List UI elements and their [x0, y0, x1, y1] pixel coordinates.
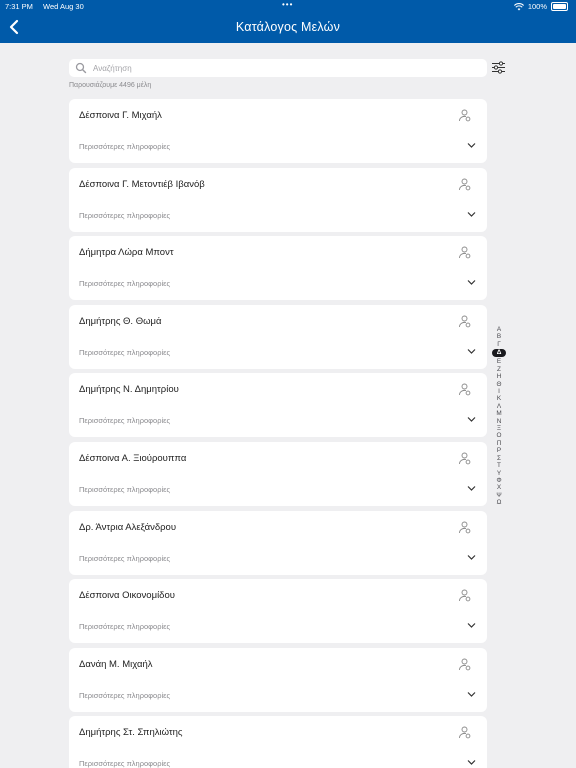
person-settings-icon[interactable]: [458, 589, 471, 602]
member-card[interactable]: Δέσποινα Γ. Μιχαήλ Περισσότερες πληροφορ…: [69, 99, 487, 163]
alphabet-letter[interactable]: Χ: [492, 484, 506, 491]
alphabet-letter[interactable]: Ω: [492, 499, 506, 506]
chevron-down-icon[interactable]: [467, 142, 476, 149]
member-count: Παρουσιάζουμε 4496 μέλη: [69, 82, 152, 89]
more-info-link[interactable]: Περισσότερες πληροφορίες: [79, 554, 170, 563]
more-info-link[interactable]: Περισσότερες πληροφορίες: [79, 622, 170, 631]
member-card[interactable]: Δήμητρα Λώρα Μποντ Περισσότερες πληροφορ…: [69, 236, 487, 301]
alphabet-letter[interactable]: Η: [492, 373, 506, 380]
battery-percent: 100%: [527, 2, 547, 11]
alphabet-letter[interactable]: Ε: [492, 358, 506, 365]
wifi-icon: [513, 2, 524, 10]
member-name: Δανάη Μ. Μιχαήλ: [79, 658, 153, 670]
member-card[interactable]: Δέσποινα Α. Ξιούρουππα Περισσότερες πληρ…: [69, 442, 487, 506]
member-name: Δέσποινα Γ. Μιχαήλ: [79, 110, 162, 121]
person-settings-icon[interactable]: [458, 726, 471, 739]
more-info-link[interactable]: Περισσότερες πληροφορίες: [79, 691, 170, 700]
search-icon: [75, 62, 87, 74]
alphabet-letter[interactable]: Δ: [492, 349, 506, 358]
member-name: Δήμητρα Λώρα Μποντ: [79, 247, 174, 259]
alphabet-letter[interactable]: Θ: [492, 381, 506, 388]
member-name: Δέσποινα Γ. Μετοντιέβ Ιβανόβ: [79, 178, 205, 190]
more-info-link[interactable]: Περισσότερες πληροφορίες: [79, 348, 170, 357]
alphabet-letter[interactable]: Κ: [492, 395, 506, 402]
member-name: Δημήτρης Ν. Δημητρίου: [79, 384, 179, 396]
search-input[interactable]: [91, 62, 475, 74]
person-settings-icon[interactable]: [458, 658, 471, 671]
member-card[interactable]: Δέσποινα Οικονομίδου Περισσότερες πληροφ…: [69, 579, 487, 644]
chevron-down-icon[interactable]: [467, 622, 476, 629]
alphabet-letter[interactable]: Π: [492, 440, 506, 447]
chevron-down-icon[interactable]: [467, 485, 476, 492]
alphabet-letter[interactable]: Υ: [492, 470, 506, 477]
page-title: Κατάλογος Μελών: [235, 20, 341, 34]
status-bar-left: 7:31 PM Wed Aug 30: [5, 2, 92, 11]
more-info-link[interactable]: Περισσότερες πληροφορίες: [79, 416, 170, 425]
chevron-down-icon[interactable]: [467, 554, 476, 561]
member-card[interactable]: Δανάη Μ. Μιχαήλ Περισσότερες πληροφορίες: [69, 647, 487, 712]
alphabet-letter[interactable]: Φ: [492, 477, 506, 484]
more-info-link[interactable]: Περισσότερες πληροφορίες: [79, 485, 170, 494]
member-card[interactable]: Δρ. Άντρια Αλεξάνδρου Περισσότερες πληρο…: [69, 510, 487, 575]
member-card[interactable]: Δημήτρης Ν. Δημητρίου Περισσότερες πληρο…: [69, 373, 487, 438]
chevron-down-icon[interactable]: [467, 279, 476, 286]
status-date: Wed Aug 30: [43, 2, 84, 11]
alphabet-letter[interactable]: Μ: [492, 410, 506, 417]
person-settings-icon[interactable]: [458, 178, 471, 191]
member-name: Δέσποινα Α. Ξιούρουππα: [79, 453, 187, 464]
person-settings-icon[interactable]: [458, 383, 471, 396]
chevron-down-icon[interactable]: [467, 348, 476, 355]
battery-icon: [551, 2, 568, 11]
alphabet-letter[interactable]: Ν: [492, 418, 506, 425]
more-info-link[interactable]: Περισσότερες πληροφορίες: [79, 279, 170, 288]
more-info-link[interactable]: Περισσότερες πληροφορίες: [79, 759, 170, 768]
alphabet-index[interactable]: ΑΒΓΔΕΖΗΘΙΚΛΜΝΞΟΠΡΣΤΥΦΧΨΩ: [492, 326, 506, 507]
member-name: Δρ. Άντρια Αλεξάνδρου: [79, 521, 177, 533]
status-bar-right: 100%: [513, 2, 568, 11]
person-settings-icon[interactable]: [458, 452, 471, 465]
navigation-bar: 7:31 PM Wed Aug 30 ••• 100% Κατάλογος Με…: [0, 0, 576, 43]
chevron-down-icon[interactable]: [467, 211, 476, 218]
more-info-link[interactable]: Περισσότερες πληροφορίες: [79, 211, 170, 220]
alphabet-letter[interactable]: Ι: [492, 388, 506, 395]
alphabet-letter[interactable]: Τ: [492, 462, 506, 469]
member-card[interactable]: Δημήτρης Θ. Θωμά Περισσότερες πληροφορίε…: [69, 304, 487, 369]
alphabet-letter[interactable]: Σ: [492, 455, 506, 462]
chevron-down-icon[interactable]: [467, 759, 476, 766]
member-card[interactable]: Δημήτρης Στ. Σπηλιώτης Περισσότερες πληρ…: [69, 716, 487, 768]
person-settings-icon[interactable]: [458, 246, 471, 259]
person-settings-icon[interactable]: [458, 109, 471, 122]
more-info-link[interactable]: Περισσότερες πληροφορίες: [79, 142, 170, 151]
multitasking-dots[interactable]: •••: [282, 0, 293, 9]
member-name: Δέσποινα Οικονομίδου: [79, 590, 175, 602]
member-name: Δημήτρης Θ. Θωμά: [79, 315, 162, 327]
person-settings-icon[interactable]: [458, 315, 471, 328]
alphabet-letter[interactable]: Λ: [492, 403, 506, 410]
alphabet-letter[interactable]: Ρ: [492, 447, 506, 454]
alphabet-letter[interactable]: Β: [492, 333, 506, 340]
alphabet-letter[interactable]: Ψ: [492, 492, 506, 499]
alphabet-letter[interactable]: Ζ: [492, 366, 506, 373]
chevron-down-icon[interactable]: [467, 691, 476, 698]
member-card[interactable]: Δέσποινα Γ. Μετοντιέβ Ιβανόβ Περισσότερε…: [69, 167, 487, 232]
filter-sliders-icon[interactable]: [491, 61, 506, 74]
person-settings-icon[interactable]: [458, 521, 471, 534]
alphabet-letter[interactable]: Γ: [492, 341, 506, 348]
status-time: 7:31 PM: [5, 2, 33, 11]
member-name: Δημήτρης Στ. Σπηλιώτης: [79, 727, 183, 739]
chevron-down-icon[interactable]: [467, 416, 476, 423]
alphabet-letter[interactable]: Ξ: [492, 425, 506, 432]
alphabet-letter[interactable]: Α: [492, 326, 506, 333]
search-bar[interactable]: [69, 59, 487, 77]
alphabet-letter[interactable]: Ο: [492, 432, 506, 439]
